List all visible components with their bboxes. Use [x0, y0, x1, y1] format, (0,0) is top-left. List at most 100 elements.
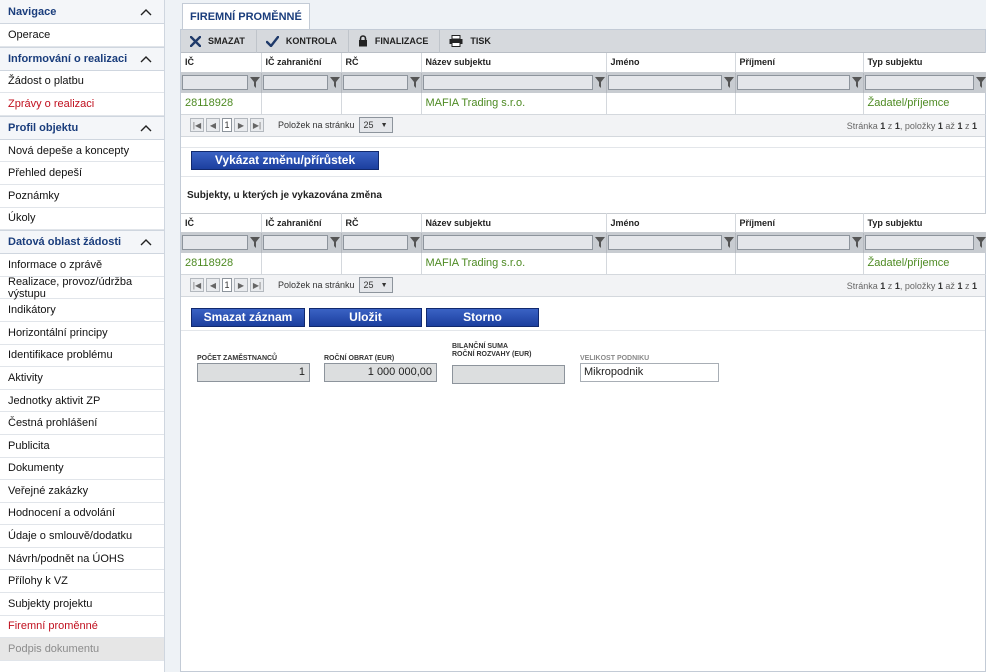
- sidebar-item[interactable]: Přehled depeší: [0, 162, 164, 185]
- filter-icon[interactable]: [329, 77, 340, 89]
- sidebar-item[interactable]: Firemní proměnné: [0, 616, 164, 639]
- prev-page-icon[interactable]: ◀: [206, 278, 220, 292]
- sidebar-item[interactable]: Zprávy o realizaci: [0, 93, 164, 116]
- filter-input[interactable]: [864, 235, 974, 251]
- filter-input[interactable]: [607, 235, 722, 251]
- sidebar-item[interactable]: Operace: [0, 24, 164, 47]
- sidebar-item[interactable]: Publicita: [0, 435, 164, 458]
- chevron-up-icon[interactable]: [140, 124, 152, 132]
- column-header[interactable]: Příjmení: [735, 213, 864, 233]
- filter-input[interactable]: [262, 75, 328, 91]
- filter-icon[interactable]: [851, 237, 862, 249]
- save-button[interactable]: Uložit: [309, 307, 422, 327]
- filter-icon[interactable]: [409, 237, 420, 249]
- chevron-up-icon[interactable]: [140, 8, 152, 16]
- sidebar-item[interactable]: Nová depeše a koncepty: [0, 140, 164, 163]
- sidebar-item[interactable]: Identifikace problému: [0, 345, 164, 368]
- column-header[interactable]: Typ subjektu: [863, 213, 986, 233]
- column-header[interactable]: Příjmení: [735, 53, 864, 73]
- sidebar-item[interactable]: Poznámky: [0, 185, 164, 208]
- sidebar-item[interactable]: Žádost o platbu: [0, 71, 164, 94]
- column-header[interactable]: Název subjektu: [421, 53, 607, 73]
- sidebar-item[interactable]: Aktivity: [0, 367, 164, 390]
- delete-record-button[interactable]: Smazat záznam: [191, 307, 305, 327]
- close-icon: [190, 35, 201, 47]
- sidebar-item[interactable]: Veřejné zakázky: [0, 480, 164, 503]
- filter-icon[interactable]: [594, 77, 605, 89]
- page-number[interactable]: 1: [222, 118, 232, 132]
- sidebar-section-header[interactable]: Navigace: [0, 0, 164, 24]
- table-row[interactable]: 28118928 MAFIA Trading s.r.o. Žadatel/příj…: [181, 93, 986, 115]
- column-header[interactable]: Jméno: [606, 53, 736, 73]
- filter-input[interactable]: [342, 75, 408, 91]
- sidebar-item[interactable]: Realizace, provoz/údržba výstupu: [0, 276, 164, 300]
- first-page-icon[interactable]: |◀: [190, 118, 204, 132]
- print-button[interactable]: TISK: [440, 30, 502, 53]
- finalize-button[interactable]: FINALIZACE: [349, 29, 441, 53]
- chevron-up-icon[interactable]: [140, 238, 152, 246]
- filter-icon[interactable]: [249, 77, 260, 89]
- filter-icon[interactable]: [329, 237, 340, 249]
- check-button[interactable]: KONTROLA: [257, 29, 349, 53]
- filter-input[interactable]: [736, 75, 850, 91]
- filter-icon[interactable]: [723, 77, 734, 89]
- column-header[interactable]: IČ: [181, 53, 262, 73]
- filter-icon[interactable]: [851, 77, 862, 89]
- column-header[interactable]: RČ: [341, 53, 422, 73]
- column-header[interactable]: RČ: [341, 213, 422, 233]
- column-header[interactable]: Jméno: [606, 213, 736, 233]
- filter-icon[interactable]: [249, 237, 260, 249]
- filter-input[interactable]: [182, 235, 248, 251]
- sidebar-item[interactable]: Subjekty projektu: [0, 593, 164, 616]
- sidebar-item[interactable]: Indikátory: [0, 299, 164, 322]
- per-page-select[interactable]: 25 ▼: [358, 277, 393, 293]
- filter-input[interactable]: [262, 235, 328, 251]
- sidebar-item[interactable]: Úkoly: [0, 208, 164, 231]
- cancel-button[interactable]: Storno: [426, 307, 539, 327]
- filter-icon[interactable]: [409, 77, 420, 89]
- filter-input[interactable]: [736, 235, 850, 251]
- last-page-icon[interactable]: ▶|: [250, 278, 264, 292]
- sidebar-item[interactable]: Dokumenty: [0, 458, 164, 481]
- per-page-value: 25: [363, 120, 374, 130]
- table-row[interactable]: 28118928 MAFIA Trading s.r.o. Žadatel/příj…: [181, 253, 986, 275]
- filter-icon[interactable]: [594, 237, 605, 249]
- sidebar-item[interactable]: Údaje o smlouvě/dodatku: [0, 525, 164, 548]
- sidebar-item[interactable]: Přílohy k VZ: [0, 570, 164, 594]
- delete-button[interactable]: SMAZAT: [181, 29, 257, 53]
- report-change-button[interactable]: Vykázat změnu/přírůstek: [191, 150, 379, 170]
- sidebar-item[interactable]: Horizontální principy: [0, 322, 164, 345]
- filter-input[interactable]: [607, 75, 722, 91]
- sidebar-section-header[interactable]: Informování o realizaci: [0, 46, 164, 71]
- sidebar-item[interactable]: Informace o zprávě: [0, 254, 164, 277]
- column-header[interactable]: Název subjektu: [421, 213, 607, 233]
- sidebar-item[interactable]: Podpis dokumentu: [0, 638, 164, 661]
- prev-page-icon[interactable]: ◀: [206, 118, 220, 132]
- chevron-up-icon[interactable]: [140, 55, 152, 63]
- last-page-icon[interactable]: ▶|: [250, 118, 264, 132]
- sidebar-section-header[interactable]: Profil objektu: [0, 115, 164, 140]
- sidebar-section-header[interactable]: Datová oblast žádosti: [0, 230, 164, 255]
- per-page-select[interactable]: 25 ▼: [358, 117, 393, 133]
- page-number[interactable]: 1: [222, 278, 232, 292]
- sidebar-item[interactable]: Návrh/podnět na ÚOHS: [0, 548, 164, 571]
- tab-firemni-promenne[interactable]: FIREMNÍ PROMĚNNÉ: [182, 3, 310, 30]
- column-header[interactable]: IČ: [181, 213, 262, 233]
- sidebar-item[interactable]: Jednotky aktivit ZP: [0, 390, 164, 413]
- column-header[interactable]: Typ subjektu: [863, 53, 986, 73]
- filter-icon[interactable]: [723, 237, 734, 249]
- filter-input[interactable]: [342, 235, 408, 251]
- sidebar-item[interactable]: Hodnocení a odvolání: [0, 503, 164, 526]
- next-page-icon[interactable]: ▶: [234, 118, 248, 132]
- filter-input[interactable]: [422, 235, 593, 251]
- filter-input[interactable]: [182, 75, 248, 91]
- next-page-icon[interactable]: ▶: [234, 278, 248, 292]
- first-page-icon[interactable]: |◀: [190, 278, 204, 292]
- filter-input[interactable]: [864, 75, 974, 91]
- sidebar-item[interactable]: Čestná prohlášení: [0, 412, 164, 435]
- filter-icon[interactable]: [975, 237, 986, 249]
- filter-input[interactable]: [422, 75, 593, 91]
- column-header[interactable]: IČ zahraniční: [261, 213, 342, 233]
- filter-icon[interactable]: [975, 77, 986, 89]
- column-header[interactable]: IČ zahraniční: [261, 53, 342, 73]
